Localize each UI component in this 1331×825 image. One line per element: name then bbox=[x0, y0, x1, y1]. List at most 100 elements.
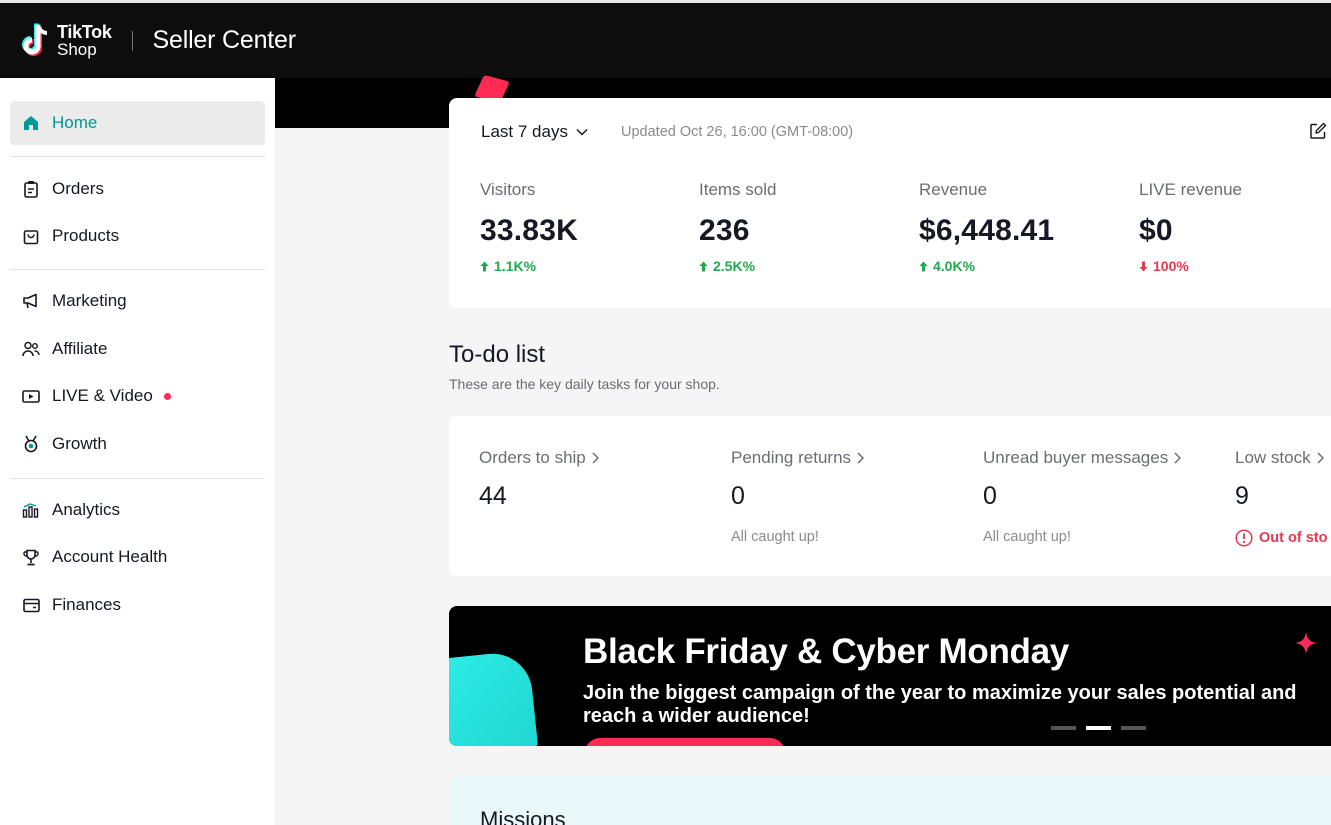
banner-text: Join the biggest campaign of the year to… bbox=[583, 682, 1297, 727]
sidebar-item-affiliate[interactable]: Affiliate bbox=[10, 327, 265, 371]
arrow-down-icon bbox=[1139, 261, 1148, 272]
sidebar-item-label: Marketing bbox=[52, 291, 127, 310]
arrow-up-icon bbox=[699, 261, 708, 272]
sidebar-item-analytics[interactable]: Analytics bbox=[10, 488, 265, 532]
metric-live-revenue[interactable]: LIVE revenue $0 100% bbox=[1139, 180, 1242, 274]
metric-value: $6,448.41 bbox=[919, 214, 1055, 247]
sidebar-item-live-video[interactable]: LIVE & Video bbox=[10, 374, 265, 418]
sidebar-item-label: Home bbox=[52, 113, 98, 132]
chevron-down-icon bbox=[576, 128, 588, 136]
metric-change-value: 100% bbox=[1153, 258, 1189, 274]
arrow-up-icon bbox=[480, 261, 489, 272]
stats-card: Last 7 days Updated Oct 26, 16:00 (GMT-0… bbox=[449, 98, 1331, 308]
people-icon bbox=[20, 338, 42, 360]
sidebar-item-label: Analytics bbox=[52, 500, 121, 519]
arrow-up-icon bbox=[919, 261, 928, 272]
sidebar-item-marketing[interactable]: Marketing bbox=[10, 279, 265, 323]
metric-change-value: 2.5K% bbox=[713, 258, 756, 274]
sidebar-item-label: Growth bbox=[52, 434, 107, 453]
metric-value: 33.83K bbox=[480, 214, 578, 247]
chevron-right-icon bbox=[1317, 452, 1324, 464]
sidebar-item-growth[interactable]: Growth bbox=[10, 422, 265, 466]
sidebar: Home Orders Products Marketing Affiliate… bbox=[0, 78, 275, 825]
tiktok-shop-logo[interactable]: TikTok Shop bbox=[19, 21, 112, 61]
task-note: Out of sto bbox=[1259, 530, 1328, 546]
chevron-right-icon bbox=[857, 452, 865, 464]
chevron-right-icon bbox=[1174, 452, 1182, 464]
period-dropdown[interactable]: Last 7 days bbox=[481, 122, 588, 142]
task-alert[interactable]: Out of sto bbox=[1235, 529, 1327, 547]
carousel-dot[interactable] bbox=[1121, 726, 1146, 730]
sidebar-item-account-health[interactable]: Account Health bbox=[10, 535, 265, 579]
missions-title: Missions bbox=[480, 807, 566, 825]
task-note: All caught up! bbox=[983, 529, 1071, 545]
todo-subtitle: These are the key daily tasks for your s… bbox=[449, 376, 720, 392]
logo-line-1: TikTok bbox=[57, 21, 112, 42]
task-label-link[interactable]: Orders to ship bbox=[479, 448, 599, 468]
task-value: 44 bbox=[479, 482, 507, 510]
video-icon bbox=[20, 385, 42, 407]
task-label-link[interactable]: Low stock bbox=[1235, 448, 1327, 468]
todo-card: Orders to ship 44 Pending returns 0 All … bbox=[449, 416, 1331, 576]
metric-label: LIVE revenue bbox=[1139, 180, 1243, 199]
sidebar-item-label: Products bbox=[52, 226, 120, 245]
medal-icon bbox=[20, 433, 42, 455]
carousel-dot-active[interactable] bbox=[1086, 726, 1111, 730]
updated-timestamp: Updated Oct 26, 16:00 (GMT-08:00) bbox=[621, 124, 854, 140]
task-unread-messages[interactable]: Unread buyer messages 0 All caught up! bbox=[983, 448, 1182, 545]
task-value: 0 bbox=[731, 482, 745, 510]
metric-visitors[interactable]: Visitors 33.83K 1.1K% bbox=[480, 180, 578, 274]
sidebar-item-products[interactable]: Products bbox=[10, 214, 265, 258]
sidebar-divider bbox=[10, 156, 265, 157]
metric-change: 2.5K% bbox=[699, 258, 776, 274]
metric-items-sold[interactable]: Items sold 236 2.5K% bbox=[699, 180, 776, 274]
task-pending-returns[interactable]: Pending returns 0 All caught up! bbox=[731, 448, 865, 545]
sidebar-divider bbox=[10, 269, 265, 270]
sidebar-item-label: Finances bbox=[52, 595, 121, 614]
sidebar-item-finances[interactable]: Finances bbox=[10, 583, 265, 627]
alert-icon bbox=[1235, 529, 1253, 547]
trophy-icon bbox=[20, 546, 42, 568]
sidebar-item-label: LIVE & Video bbox=[52, 386, 153, 405]
task-value: 0 bbox=[983, 482, 997, 510]
metric-revenue[interactable]: Revenue $6,448.41 4.0K% bbox=[919, 180, 1054, 274]
promo-banner[interactable]: Black Friday & Cyber Monday Join the big… bbox=[449, 606, 1331, 746]
sidebar-item-label: Affiliate bbox=[52, 339, 108, 358]
metric-change-value: 4.0K% bbox=[933, 258, 976, 274]
bag-icon bbox=[20, 225, 42, 247]
task-label: Orders to ship bbox=[479, 448, 586, 467]
logo-line-2: Shop bbox=[57, 39, 97, 59]
banner-title: Black Friday & Cyber Monday bbox=[583, 632, 1069, 671]
clipboard-icon bbox=[20, 178, 42, 200]
header-divider bbox=[131, 30, 133, 51]
wallet-icon bbox=[20, 594, 42, 616]
sidebar-item-label: Account Health bbox=[52, 547, 168, 566]
task-label-link[interactable]: Pending returns bbox=[731, 448, 865, 468]
period-label: Last 7 days bbox=[481, 122, 568, 141]
metric-change-value: 1.1K% bbox=[494, 258, 537, 274]
missions-card: Missions bbox=[449, 776, 1331, 825]
carousel-dot[interactable] bbox=[1051, 726, 1076, 730]
sidebar-item-home[interactable]: Home bbox=[10, 101, 265, 145]
home-icon bbox=[20, 112, 42, 134]
metric-change: 1.1K% bbox=[480, 258, 578, 274]
sidebar-item-label: Orders bbox=[52, 179, 104, 198]
banner-cta-button[interactable] bbox=[585, 738, 785, 746]
task-note: All caught up! bbox=[731, 529, 819, 545]
megaphone-icon bbox=[20, 290, 42, 312]
decorative-shape bbox=[449, 649, 540, 746]
metric-change: 4.0K% bbox=[919, 258, 1054, 274]
edit-icon[interactable] bbox=[1309, 122, 1327, 145]
task-low-stock[interactable]: Low stock 9 Out of sto bbox=[1235, 448, 1327, 547]
metric-label: Items sold bbox=[699, 180, 777, 199]
metric-label: Revenue bbox=[919, 180, 988, 199]
tiktok-logo-icon bbox=[19, 21, 53, 61]
carousel-dots bbox=[1051, 726, 1146, 730]
task-label-link[interactable]: Unread buyer messages bbox=[983, 448, 1182, 468]
logo-text: TikTok Shop bbox=[57, 21, 112, 59]
task-orders-to-ship[interactable]: Orders to ship 44 bbox=[479, 448, 599, 511]
task-label: Pending returns bbox=[731, 448, 852, 467]
chevron-right-icon bbox=[592, 452, 599, 464]
sidebar-item-orders[interactable]: Orders bbox=[10, 167, 265, 211]
app-title: Seller Center bbox=[152, 26, 297, 54]
